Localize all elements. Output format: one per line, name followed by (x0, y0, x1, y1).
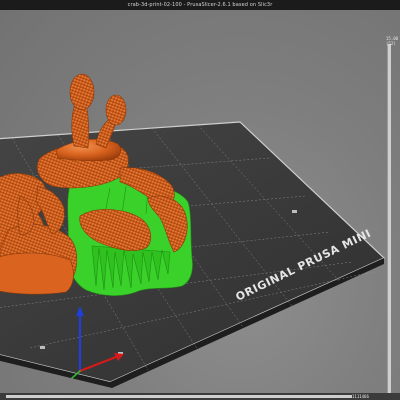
crab-eye-right (105, 94, 127, 126)
3d-viewport[interactable]: ORIGINAL PRUSA MINI 15.00 (52) (0, 10, 400, 393)
print-scene: ORIGINAL PRUSA MINI (0, 73, 386, 388)
layer-top-label: 15.00 (52) (386, 36, 400, 50)
crab-eye-left (69, 73, 95, 111)
layer-top-sub: (52) (386, 41, 396, 46)
crab-base (0, 252, 74, 295)
gcode-slider-value: 1111466 (352, 394, 369, 399)
gcode-slider-horizontal[interactable] (6, 395, 352, 398)
layer-slider-vertical[interactable] (387, 44, 391, 393)
window-title: crab-3d-print-02-100 - PrusaSlicer-2.6.1… (0, 0, 400, 10)
